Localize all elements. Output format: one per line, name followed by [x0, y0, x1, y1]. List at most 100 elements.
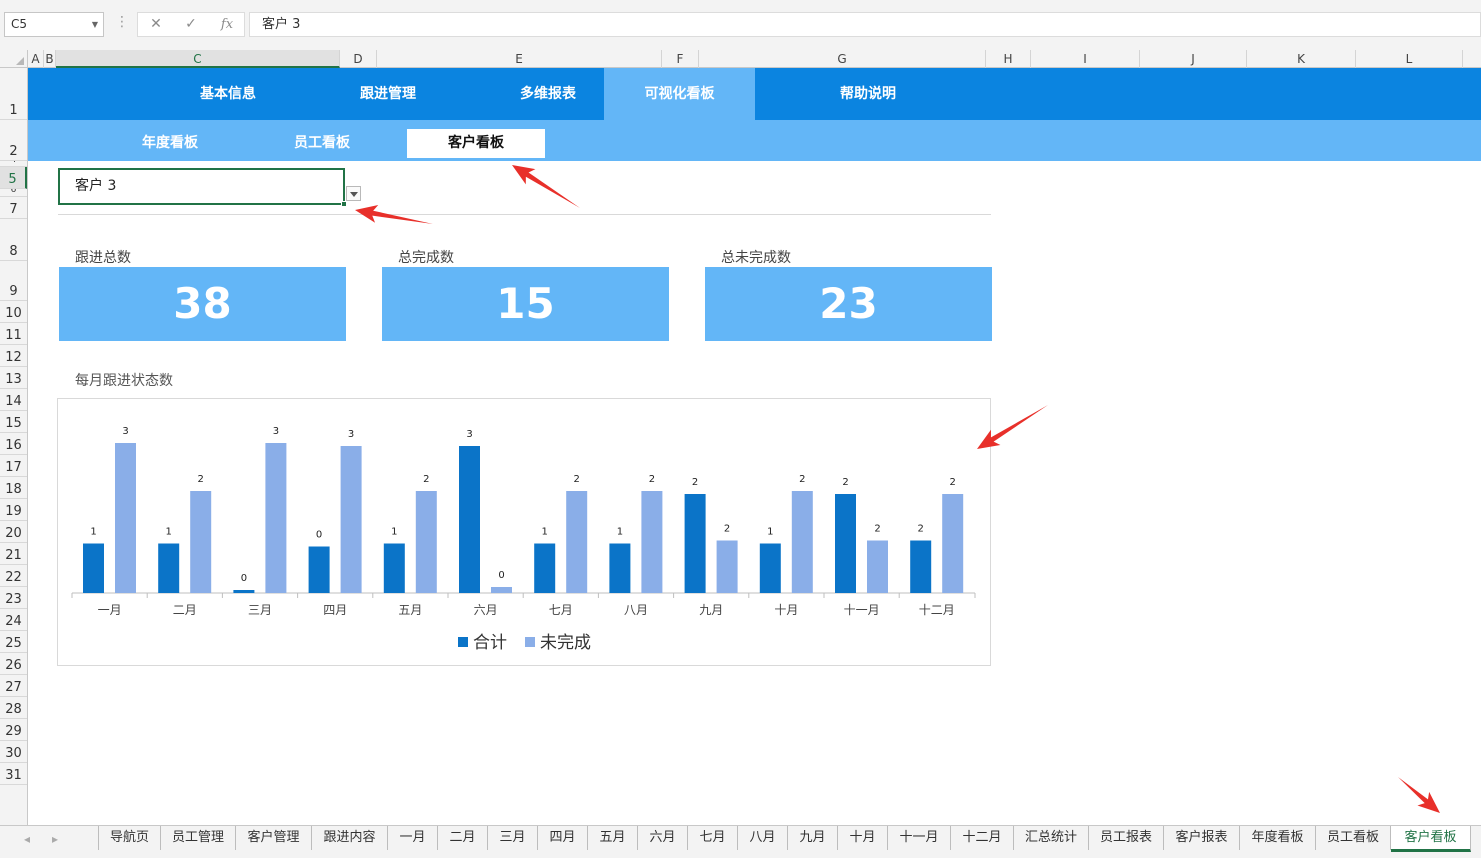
subnav-tab-0[interactable]: 年度看板: [120, 129, 220, 158]
row-header-17[interactable]: 17: [0, 455, 27, 477]
chart-title: 每月跟进状态数: [75, 373, 173, 389]
row-header-23[interactable]: 23: [0, 587, 27, 609]
select-all-corner[interactable]: [0, 50, 28, 68]
nav-tab-4[interactable]: 帮助说明: [810, 68, 926, 120]
formula-input[interactable]: 客户 3: [249, 12, 1481, 37]
column-header-b[interactable]: B: [44, 50, 56, 68]
row-header-27[interactable]: 27: [0, 675, 27, 697]
sheet-tab-19[interactable]: 年度看板: [1240, 826, 1316, 850]
sheet-tab-7[interactable]: 四月: [538, 826, 588, 850]
sheet-tab-bar: ◂ ▸ 导航页 员工管理 客户管理 跟进内容 一月 二月 三月 四月 五月 六月 七月 八月 九月 十月十…: [0, 825, 1481, 858]
sheet-tab-6[interactable]: 三月: [488, 826, 538, 850]
column-header-i[interactable]: I: [1031, 50, 1140, 68]
row-header-14[interactable]: 14: [0, 389, 27, 411]
sheet-tab-18[interactable]: 客户报表: [1164, 826, 1240, 850]
column-header-j[interactable]: J: [1140, 50, 1247, 68]
row-header-19[interactable]: 19: [0, 499, 27, 521]
sheet-tab-20[interactable]: 员工看板: [1316, 826, 1391, 850]
row-header-22[interactable]: 22: [0, 565, 27, 587]
sheet-tab-9[interactable]: 六月: [638, 826, 688, 850]
row-header-7[interactable]: 7: [0, 197, 27, 219]
row-header-29[interactable]: 29: [0, 719, 27, 741]
row-header-26[interactable]: 26: [0, 653, 27, 675]
data-label: 2: [423, 474, 429, 485]
row-header-12[interactable]: 12: [0, 345, 27, 367]
chevron-down-icon[interactable]: ▼: [92, 13, 98, 36]
bar-total: [233, 590, 255, 593]
row-header-18[interactable]: 18: [0, 477, 27, 499]
monthly-status-chart[interactable]: 1 3 一月 1 2 二月 0 3 三月 0 3 四月 1 2 五月 3 0 六月 1 2 七月 1 2 八月 2 2 九月 1 2 十月…: [57, 398, 991, 666]
bar-undone: [641, 491, 663, 593]
row-header-2[interactable]: 2: [0, 120, 27, 161]
arrow-to-selector: [355, 205, 434, 224]
customer-select-cell[interactable]: 客户 3: [58, 168, 347, 207]
row-header-30[interactable]: 30: [0, 741, 27, 763]
row-header-10[interactable]: 10: [0, 301, 27, 323]
sheet-tab-21[interactable]: 客户看板: [1391, 826, 1471, 852]
column-header-k[interactable]: K: [1247, 50, 1356, 68]
formula-buttons: ✕ ✓ fx: [137, 12, 245, 37]
row-header-31[interactable]: 31: [0, 763, 27, 785]
row-header-5[interactable]: 5: [0, 167, 27, 189]
subnav-tab-1[interactable]: 员工看板: [272, 129, 372, 158]
row-header-1[interactable]: 1: [0, 68, 27, 120]
name-box[interactable]: C5 ▼: [4, 12, 104, 37]
sheet-tab-13[interactable]: 十月: [838, 826, 888, 850]
column-header-d[interactable]: D: [340, 50, 377, 68]
sheet-tab-1[interactable]: 员工管理: [161, 826, 236, 850]
fill-handle[interactable]: [341, 201, 347, 207]
column-header-c[interactable]: C: [56, 50, 340, 68]
sheet-tab-3[interactable]: 跟进内容: [312, 826, 388, 850]
row-header-6[interactable]: 6: [0, 189, 27, 197]
dropdown-arrow-icon[interactable]: [346, 186, 361, 201]
fx-icon[interactable]: fx: [212, 13, 242, 36]
row-header-9[interactable]: 9: [0, 261, 27, 301]
row-header-24[interactable]: 24: [0, 609, 27, 631]
bar-undone: [190, 491, 212, 593]
nav-tab-2[interactable]: 多维报表: [490, 68, 606, 120]
customer-select-value: 客户 3: [75, 178, 117, 194]
tab-scroll-left-icon[interactable]: ◂: [24, 832, 30, 846]
row-header-16[interactable]: 16: [0, 433, 27, 455]
sheet-tab-0[interactable]: 导航页: [99, 826, 161, 850]
column-header-h[interactable]: H: [986, 50, 1031, 68]
spreadsheet-window: C5 ▼ ⋮ ✕ ✓ fx 客户 3 ABCDEFGHIJKL 1 24 56789…: [0, 0, 1481, 858]
column-header-e[interactable]: E: [377, 50, 662, 68]
sheet-tab-16[interactable]: 汇总统计: [1014, 826, 1089, 850]
row-header-25[interactable]: 25: [0, 631, 27, 653]
column-header-f[interactable]: F: [662, 50, 699, 68]
check-icon[interactable]: ✓: [176, 13, 206, 36]
nav-tab-3[interactable]: 可视化看板: [604, 68, 755, 120]
formula-bar: C5 ▼ ⋮ ✕ ✓ fx 客户 3: [0, 0, 1481, 50]
sheet-tab-15[interactable]: 十二月: [951, 826, 1014, 850]
row-header-8[interactable]: 8: [0, 219, 27, 261]
sheet-tab-5[interactable]: 二月: [438, 826, 488, 850]
tab-scroll-right-icon[interactable]: ▸: [52, 832, 58, 846]
sheet-tab-14[interactable]: 十一月: [888, 826, 951, 850]
sheet-tab-11[interactable]: 八月: [738, 826, 788, 850]
column-header-a[interactable]: A: [28, 50, 44, 68]
row-header-11[interactable]: 11: [0, 323, 27, 345]
row-header-15[interactable]: 15: [0, 411, 27, 433]
nav-tab-0[interactable]: 基本信息: [170, 68, 286, 120]
nav-tab-1[interactable]: 跟进管理: [330, 68, 446, 120]
x-tick-label: 九月: [699, 603, 723, 617]
row-header-28[interactable]: 28: [0, 697, 27, 719]
sheet-tab-4[interactable]: 一月: [388, 826, 438, 850]
more-options-icon[interactable]: ⋮: [115, 14, 129, 30]
row-header-13[interactable]: 13: [0, 367, 27, 389]
row-header-20[interactable]: 20: [0, 521, 27, 543]
x-icon[interactable]: ✕: [141, 13, 171, 36]
sheet-tab-17[interactable]: 员工报表: [1089, 826, 1164, 850]
bar-total: [83, 543, 104, 593]
column-header-g[interactable]: G: [699, 50, 986, 68]
sheet-tab-2[interactable]: 客户管理: [236, 826, 312, 850]
sheet-tab-10[interactable]: 七月: [688, 826, 738, 850]
sheet-tab-8[interactable]: 五月: [588, 826, 638, 850]
row-header-21[interactable]: 21: [0, 543, 27, 565]
data-label: 1: [767, 527, 773, 538]
column-header-l[interactable]: L: [1356, 50, 1463, 68]
subnav-tab-2[interactable]: 客户看板: [407, 129, 545, 158]
sheet-tab-12[interactable]: 九月: [788, 826, 838, 850]
legend-label: 合计: [473, 633, 507, 653]
